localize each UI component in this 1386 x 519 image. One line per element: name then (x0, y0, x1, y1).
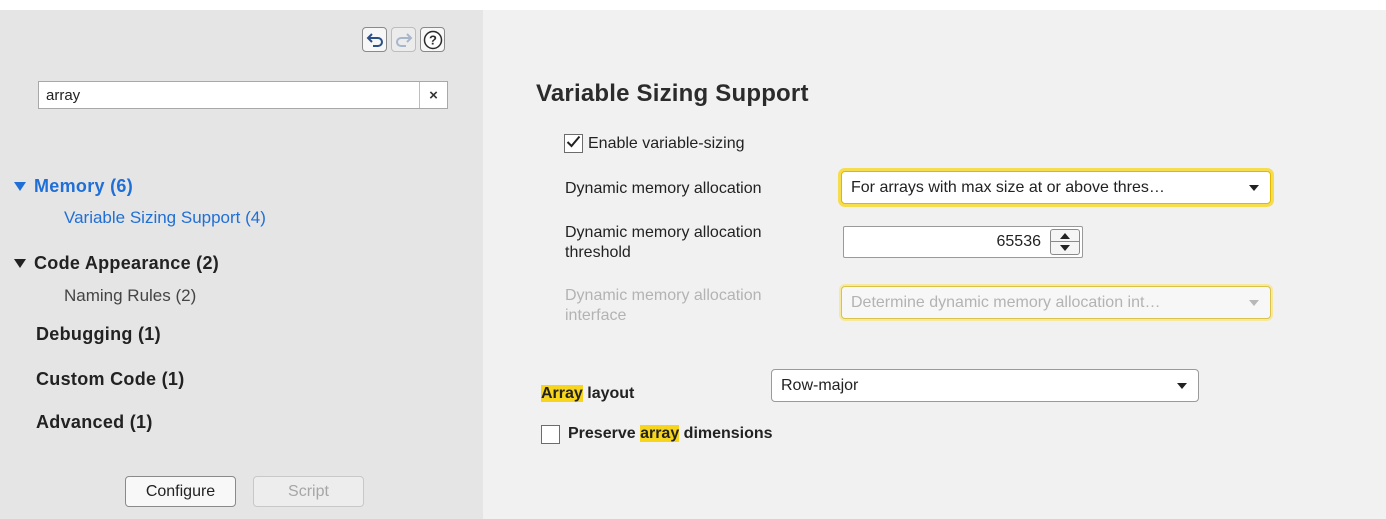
svg-text:?: ? (429, 32, 437, 47)
dropdown-value: Row-major (781, 376, 859, 394)
interface-label-line1: Dynamic memory allocation (565, 287, 762, 304)
array-layout-dropdown[interactable]: Row-major (771, 369, 1199, 402)
threshold-spinner-field (843, 226, 1083, 258)
chevron-down-icon (1249, 300, 1259, 306)
threshold-label-line1: Dynamic memory allocation (565, 224, 762, 241)
tree-group-label: Memory (6) (34, 176, 134, 196)
threshold-input[interactable] (844, 227, 1047, 257)
preserve-array-dimensions-checkbox[interactable] (541, 425, 560, 444)
tree-item-custom-code[interactable]: Custom Code (1) (36, 369, 185, 390)
array-layout-label: Array layout (541, 384, 634, 404)
script-button[interactable]: Script (253, 476, 364, 507)
configure-button[interactable]: Configure (125, 476, 236, 507)
expand-triangle-icon[interactable] (14, 182, 26, 191)
decrement-button[interactable] (1051, 242, 1079, 254)
threshold-label-line2: threshold (565, 244, 631, 261)
chevron-down-icon (1177, 383, 1187, 389)
increment-button[interactable] (1051, 230, 1079, 242)
search-input[interactable] (39, 82, 419, 108)
preserve-label-pre: Preserve (568, 425, 641, 442)
tree-item-debugging[interactable]: Debugging (1) (36, 324, 161, 345)
preserve-label-post: dimensions (679, 425, 773, 442)
back-button[interactable] (362, 27, 387, 52)
back-arrow-icon (366, 32, 384, 48)
forward-arrow-icon (395, 32, 413, 48)
threshold-stepper[interactable] (1050, 229, 1080, 255)
dynamic-memory-allocation-dropdown[interactable]: For arrays with max size at or above thr… (841, 171, 1271, 204)
close-icon: × (429, 86, 438, 104)
enable-variable-sizing-checkbox[interactable] (564, 134, 583, 153)
threshold-label: Dynamic memory allocation threshold (565, 223, 762, 263)
section-title: Variable Sizing Support (536, 80, 809, 107)
forward-button[interactable] (391, 27, 416, 52)
interface-dropdown[interactable]: Determine dynamic memory allocation int… (841, 286, 1271, 319)
help-icon: ? (423, 30, 443, 50)
clear-search-button[interactable]: × (419, 82, 447, 108)
arrow-down-icon (1060, 245, 1070, 251)
tree-item-naming-rules[interactable]: Naming Rules (2) (64, 286, 196, 306)
tree-group-label: Code Appearance (2) (34, 253, 220, 273)
interface-label-line2: interface (565, 307, 627, 324)
tree-group-code-appearance[interactable]: Code Appearance (2) (14, 253, 219, 274)
left-panel: ? × Memory (6) Variable Sizing Support (… (0, 10, 483, 519)
tree-item-advanced[interactable]: Advanced (1) (36, 412, 153, 433)
help-button[interactable]: ? (420, 27, 445, 52)
arrow-up-icon (1060, 232, 1070, 239)
enable-variable-sizing-label: Enable variable-sizing (588, 135, 745, 152)
expand-triangle-icon[interactable] (14, 259, 26, 268)
dropdown-value: Determine dynamic memory allocation int… (851, 293, 1161, 311)
preserve-array-dimensions-label: Preserve array dimensions (568, 424, 773, 444)
chevron-down-icon (1249, 185, 1259, 191)
tree-item-variable-sizing-support[interactable]: Variable Sizing Support (4) (64, 208, 266, 228)
interface-label: Dynamic memory allocation interface (565, 286, 762, 326)
array-layout-label-rest: layout (582, 385, 635, 402)
search-match-highlight: Array (541, 385, 583, 402)
dynamic-memory-allocation-label: Dynamic memory allocation (565, 180, 762, 197)
checkmark-icon (566, 135, 581, 153)
search-match-highlight: array (640, 425, 680, 442)
tree-group-memory[interactable]: Memory (6) (14, 176, 133, 197)
dropdown-value: For arrays with max size at or above thr… (851, 178, 1165, 196)
search-box: × (38, 81, 448, 109)
